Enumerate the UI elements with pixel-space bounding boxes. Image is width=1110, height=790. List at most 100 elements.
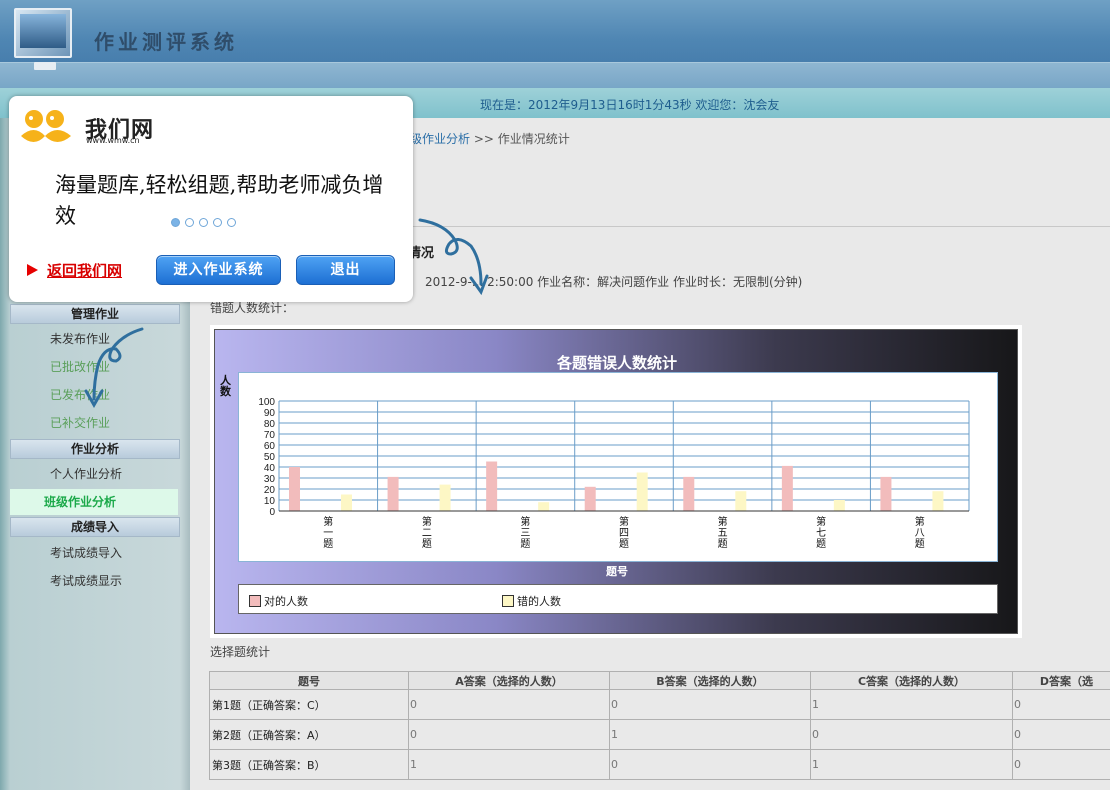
x-tick-label: 题	[323, 538, 333, 550]
y-tick-label: 20	[264, 485, 276, 496]
table-header: C答案（选择的人数）	[810, 671, 1013, 690]
chart-legend: 对的人数 错的人数	[238, 584, 998, 614]
x-tick-label: 七	[816, 527, 826, 539]
bar-correct	[584, 486, 596, 511]
legend-swatch-correct	[249, 595, 261, 607]
bar-correct	[880, 476, 892, 511]
sidebar-item-display[interactable]: 考试成绩显示	[10, 568, 180, 594]
legend-swatch-wrong	[502, 595, 514, 607]
return-link[interactable]: 返回我们网	[27, 260, 122, 281]
carousel-dot[interactable]	[185, 218, 194, 227]
table-cell: 0	[408, 719, 610, 750]
bar-wrong	[636, 472, 648, 511]
carousel-dots	[171, 216, 241, 230]
enter-system-button[interactable]: 进入作业系统	[156, 255, 281, 285]
promo-popup: 我们网 www.wmw.cn 海量题库,轻松组题,帮助老师减负增效 返回我们网 …	[9, 96, 413, 302]
table-cell: 第2题（正确答案：A）	[209, 719, 409, 750]
table-header: 题号	[209, 671, 409, 690]
y-tick-label: 50	[264, 452, 276, 463]
table-cell: 0	[1012, 719, 1110, 750]
x-tick-label: 四	[619, 528, 629, 539]
mascot-logo-icon	[21, 110, 71, 142]
table-cell: 1	[810, 749, 1013, 780]
y-tick-label: 90	[264, 408, 276, 419]
bar-correct	[486, 461, 498, 511]
bar-wrong	[538, 502, 550, 511]
legend-item-wrong: 错的人数	[502, 593, 561, 609]
x-tick-label: 第	[422, 515, 432, 528]
welcome-text: 现在是：2012年9月13日16时1分43秒 欢迎您：沈会友	[480, 98, 780, 112]
table-cell: 第3题（正确答案：B）	[209, 749, 409, 780]
bar-wrong	[341, 494, 352, 511]
sidebar-item-personal[interactable]: 个人作业分析	[10, 461, 180, 487]
x-tick-label: 第	[323, 515, 333, 528]
x-tick-label: 第	[915, 515, 925, 528]
table-header: A答案（选择的人数）	[408, 671, 610, 690]
table-cell: 0	[609, 749, 811, 780]
exit-button[interactable]: 退出	[296, 255, 395, 285]
table-cell: 0	[1012, 689, 1110, 720]
app-logo-icon	[14, 8, 72, 70]
table-header: D答案（选	[1012, 671, 1110, 690]
y-tick-label: 70	[264, 430, 276, 441]
x-tick-label: 五	[718, 528, 728, 539]
table-cell: 0	[408, 689, 610, 720]
sidebar-item-late[interactable]: 已补交作业	[10, 410, 180, 436]
sidebar-group-analysis: 作业分析	[10, 439, 180, 459]
y-tick-label: 10	[264, 496, 276, 507]
sidebar-group-scores: 成绩导入	[10, 517, 180, 537]
y-tick-label: 30	[264, 474, 276, 485]
sidebar-group-manage: 管理作业	[10, 304, 180, 324]
table-cell: 1	[408, 749, 610, 780]
y-tick-label: 80	[264, 419, 276, 430]
play-arrow-icon	[27, 264, 38, 276]
table-cell: 第1题（正确答案：C）	[209, 689, 409, 720]
chart-frame: 各题错误人数统计 人数 0 10 20 30 40 50 60 70 80 90 100 第一题第二题…	[210, 325, 1022, 638]
table-row: 第2题（正确答案：A） 0 1 0 0	[209, 719, 1110, 750]
table-cell: 1	[810, 689, 1013, 720]
breadcrumb: 级作业分析 >> 作业情况统计	[410, 130, 570, 147]
carousel-dot[interactable]	[227, 218, 236, 227]
carousel-dot[interactable]	[171, 218, 180, 227]
breadcrumb-current: 作业情况统计	[497, 132, 570, 146]
curly-arrow-icon	[418, 218, 489, 296]
choice-table: 题号 A答案（选择的人数） B答案（选择的人数） C答案（选择的人数） D答案（…	[209, 671, 1110, 780]
x-tick-label: 第	[520, 515, 530, 528]
table-header-row: 题号 A答案（选择的人数） B答案（选择的人数） C答案（选择的人数） D答案（…	[209, 671, 1110, 690]
breadcrumb-link[interactable]: 级作业分析	[410, 132, 470, 146]
x-tick-label: 题	[718, 538, 728, 550]
x-tick-label: 二	[422, 528, 432, 539]
choice-label: 选择题统计	[210, 645, 271, 659]
x-tick-label: 第	[619, 515, 629, 528]
table-cell: 1	[609, 719, 811, 750]
carousel-dot[interactable]	[213, 218, 222, 227]
y-tick-label: 40	[264, 463, 276, 474]
sidebar-item-import[interactable]: 考试成绩导入	[10, 540, 180, 566]
bar-wrong	[735, 491, 747, 511]
bar-wrong	[833, 500, 845, 511]
header-band	[0, 62, 1110, 88]
brand-url: www.wmw.cn	[86, 136, 140, 145]
x-tick-label: 第	[816, 515, 826, 528]
y-tick-label: 100	[258, 397, 275, 408]
sidebar-item-class[interactable]: 班级作业分析	[10, 489, 180, 515]
chart-svg: 0102030405060708090100第一题第二题第三题第四题第五题第七题…	[258, 397, 970, 550]
x-tick-label: 一	[323, 528, 333, 539]
table-cell: 0	[810, 719, 1013, 750]
breadcrumb-separator: >>	[473, 132, 494, 146]
app-title: 作业测评系统	[94, 30, 238, 54]
table-row: 第3题（正确答案：B） 1 0 1 0	[209, 749, 1110, 780]
x-tick-label: 三	[520, 528, 530, 539]
bar-wrong	[439, 484, 451, 511]
chart-xlabel: 题号	[606, 565, 628, 578]
carousel-dot[interactable]	[199, 218, 208, 227]
chart-plot-area: 0 10 20 30 40 50 60 70 80 90 100 第一题第二题第三题第四题第五题第七题…	[238, 372, 998, 562]
x-tick-label: 题	[816, 538, 826, 550]
table-cell: 0	[1012, 749, 1110, 780]
table-row: 第1题（正确答案：C） 0 0 1 0	[209, 689, 1110, 720]
bar-correct	[387, 476, 399, 511]
chart-panel: 各题错误人数统计 人数 0 10 20 30 40 50 60 70 80 90 100 第一题第二题…	[214, 329, 1018, 634]
x-tick-label: 八	[915, 528, 925, 539]
x-tick-label: 题	[422, 538, 432, 550]
legend-item-correct: 对的人数	[249, 593, 308, 609]
